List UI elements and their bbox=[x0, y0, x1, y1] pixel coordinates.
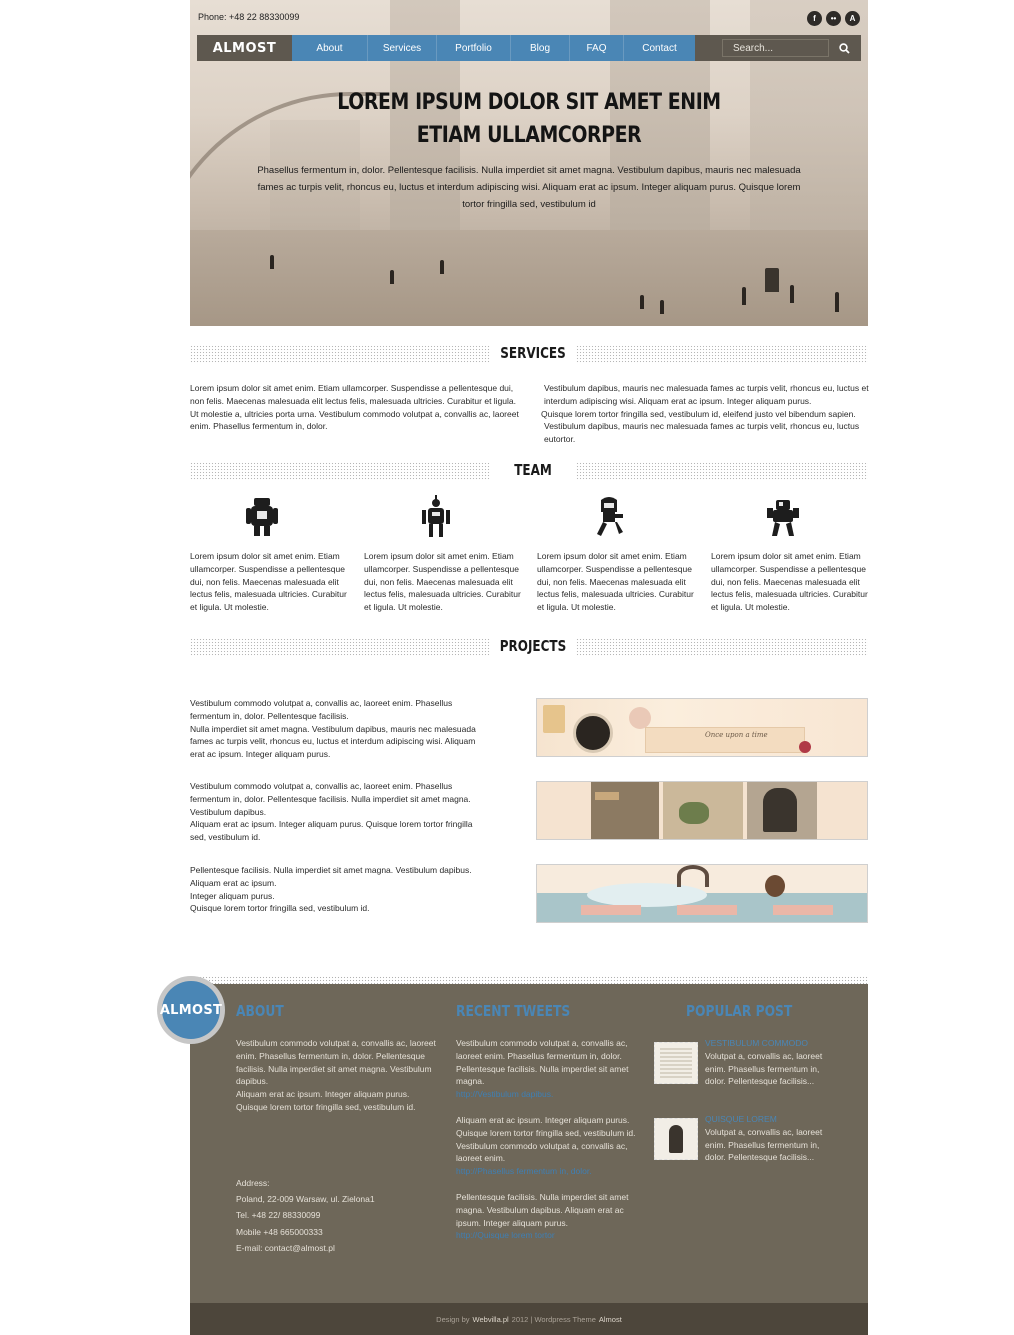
services-text-left: Lorem ipsum dolor sit amet enim. Etiam u… bbox=[190, 383, 519, 432]
project-thumbnail[interactable] bbox=[536, 864, 868, 923]
nav-services[interactable]: Services bbox=[368, 35, 437, 61]
social-links: f •• A bbox=[807, 11, 860, 26]
hero-title: LOREM IPSUM DOLOR SIT AMET ENIM ETIAM UL… bbox=[337, 90, 721, 148]
team-member: Lorem ipsum dolor sit amet enim. Etiam u… bbox=[711, 494, 871, 614]
project-thumbnail[interactable] bbox=[536, 781, 868, 840]
popular-post-thumbnail[interactable] bbox=[654, 1042, 698, 1084]
robot-mech-icon bbox=[763, 494, 803, 540]
team-heading: TEAM bbox=[514, 461, 552, 479]
nav-about[interactable]: About bbox=[292, 35, 368, 61]
popular-post: VESTIBULUM COMMODO Volutpat a, convallis… bbox=[705, 1037, 830, 1088]
project-caption: Once upon a time bbox=[705, 731, 768, 739]
footer-divider bbox=[190, 976, 868, 984]
footer-about-text: Vestibulum commodo volutpat a, convallis… bbox=[236, 1038, 436, 1112]
projects-heading-bar: PROJECTS bbox=[190, 637, 868, 660]
hero-banner: Phone: +48 22 88330099 f •• A ALMOST Abo… bbox=[190, 0, 868, 326]
tweet-link[interactable]: http://Phasellus fermentum in, dolor. bbox=[456, 1165, 636, 1178]
popular-post: QUISQUE LOREM Volutpat a, convallis ac, … bbox=[705, 1113, 830, 1164]
footer-logo[interactable]: ALMOST bbox=[160, 981, 222, 1039]
tweet-link[interactable]: http://Quisque lorem tortor bbox=[456, 1229, 636, 1242]
search-icon[interactable] bbox=[829, 39, 859, 57]
team-member: Lorem ipsum dolor sit amet enim. Etiam u… bbox=[364, 494, 524, 614]
flickr-icon[interactable]: •• bbox=[826, 11, 841, 26]
footer-about-heading: ABOUT bbox=[236, 1002, 284, 1020]
site-logo[interactable]: ALMOST bbox=[197, 35, 292, 61]
team-member: Lorem ipsum dolor sit amet enim. Etiam u… bbox=[537, 494, 697, 614]
team-heading-bar: TEAM bbox=[190, 461, 868, 484]
tweet-link[interactable]: http://Vestibulum dapibus. bbox=[456, 1088, 636, 1101]
facebook-icon[interactable]: f bbox=[807, 11, 822, 26]
team-member-text: Lorem ipsum dolor sit amet enim. Etiam u… bbox=[711, 551, 868, 613]
project-thumbnail[interactable]: Once upon a time bbox=[536, 698, 868, 757]
theme-link[interactable]: Almost bbox=[599, 1315, 622, 1324]
search-box bbox=[695, 35, 861, 61]
robot-box-icon bbox=[242, 494, 282, 540]
services-text-right: Vestibulum dapibus, mauris nec malesuada… bbox=[541, 383, 869, 445]
nav-faq[interactable]: FAQ bbox=[570, 35, 624, 61]
popular-post-title[interactable]: QUISQUE LOREM bbox=[705, 1113, 830, 1126]
services-heading: SERVICES bbox=[500, 344, 566, 362]
popular-post-title[interactable]: VESTIBULUM COMMODO bbox=[705, 1037, 830, 1050]
project-description: Vestibulum commodo volutpat a, convallis… bbox=[190, 781, 473, 843]
robot-walker-icon bbox=[589, 494, 629, 540]
main-menu: About Services Portfolio Blog FAQ Contac… bbox=[292, 35, 695, 61]
robot-antenna-icon bbox=[416, 494, 456, 540]
nav-portfolio[interactable]: Portfolio bbox=[437, 35, 511, 61]
services-heading-bar: SERVICES bbox=[190, 344, 868, 367]
team-member-text: Lorem ipsum dolor sit amet enim. Etiam u… bbox=[190, 551, 347, 613]
team-member-text: Lorem ipsum dolor sit amet enim. Etiam u… bbox=[364, 551, 521, 613]
team-member: Lorem ipsum dolor sit amet enim. Etiam u… bbox=[190, 494, 350, 614]
footer-popular-heading: POPULAR POST bbox=[686, 1002, 793, 1020]
main-navbar: ALMOST About Services Portfolio Blog FAQ… bbox=[197, 35, 861, 61]
nav-blog[interactable]: Blog bbox=[511, 35, 570, 61]
footer-address: Address: Poland, 22-009 Warsaw, ul. Ziel… bbox=[236, 1175, 442, 1256]
page: Phone: +48 22 88330099 f •• A ALMOST Abo… bbox=[157, 0, 871, 1335]
nav-contact[interactable]: Contact bbox=[624, 35, 695, 61]
projects-heading: PROJECTS bbox=[499, 637, 567, 655]
footer-tweets-heading: RECENT TWEETS bbox=[456, 1002, 571, 1020]
footer-credit: Design by Webvilla.pl 2012 | Wordpress T… bbox=[190, 1303, 868, 1335]
a-icon[interactable]: A bbox=[845, 11, 860, 26]
designer-link[interactable]: Webvilla.pl bbox=[473, 1315, 509, 1324]
project-description: Pellentesque facilisis. Nulla imperdiet … bbox=[190, 865, 472, 914]
footer-email[interactable]: E-mail: contact@almost.pl bbox=[236, 1240, 442, 1256]
team-member-text: Lorem ipsum dolor sit amet enim. Etiam u… bbox=[537, 551, 694, 613]
phone-number: Phone: +48 22 88330099 bbox=[198, 12, 300, 22]
search-input[interactable] bbox=[722, 39, 829, 57]
footer-tweets: Vestibulum commodo volutpat a, convallis… bbox=[456, 1038, 636, 1242]
popular-post-thumbnail[interactable] bbox=[654, 1118, 698, 1160]
project-description: Vestibulum commodo volutpat a, convallis… bbox=[190, 698, 476, 760]
hero-text: Phasellus fermentum in, dolor. Pellentes… bbox=[257, 165, 801, 210]
